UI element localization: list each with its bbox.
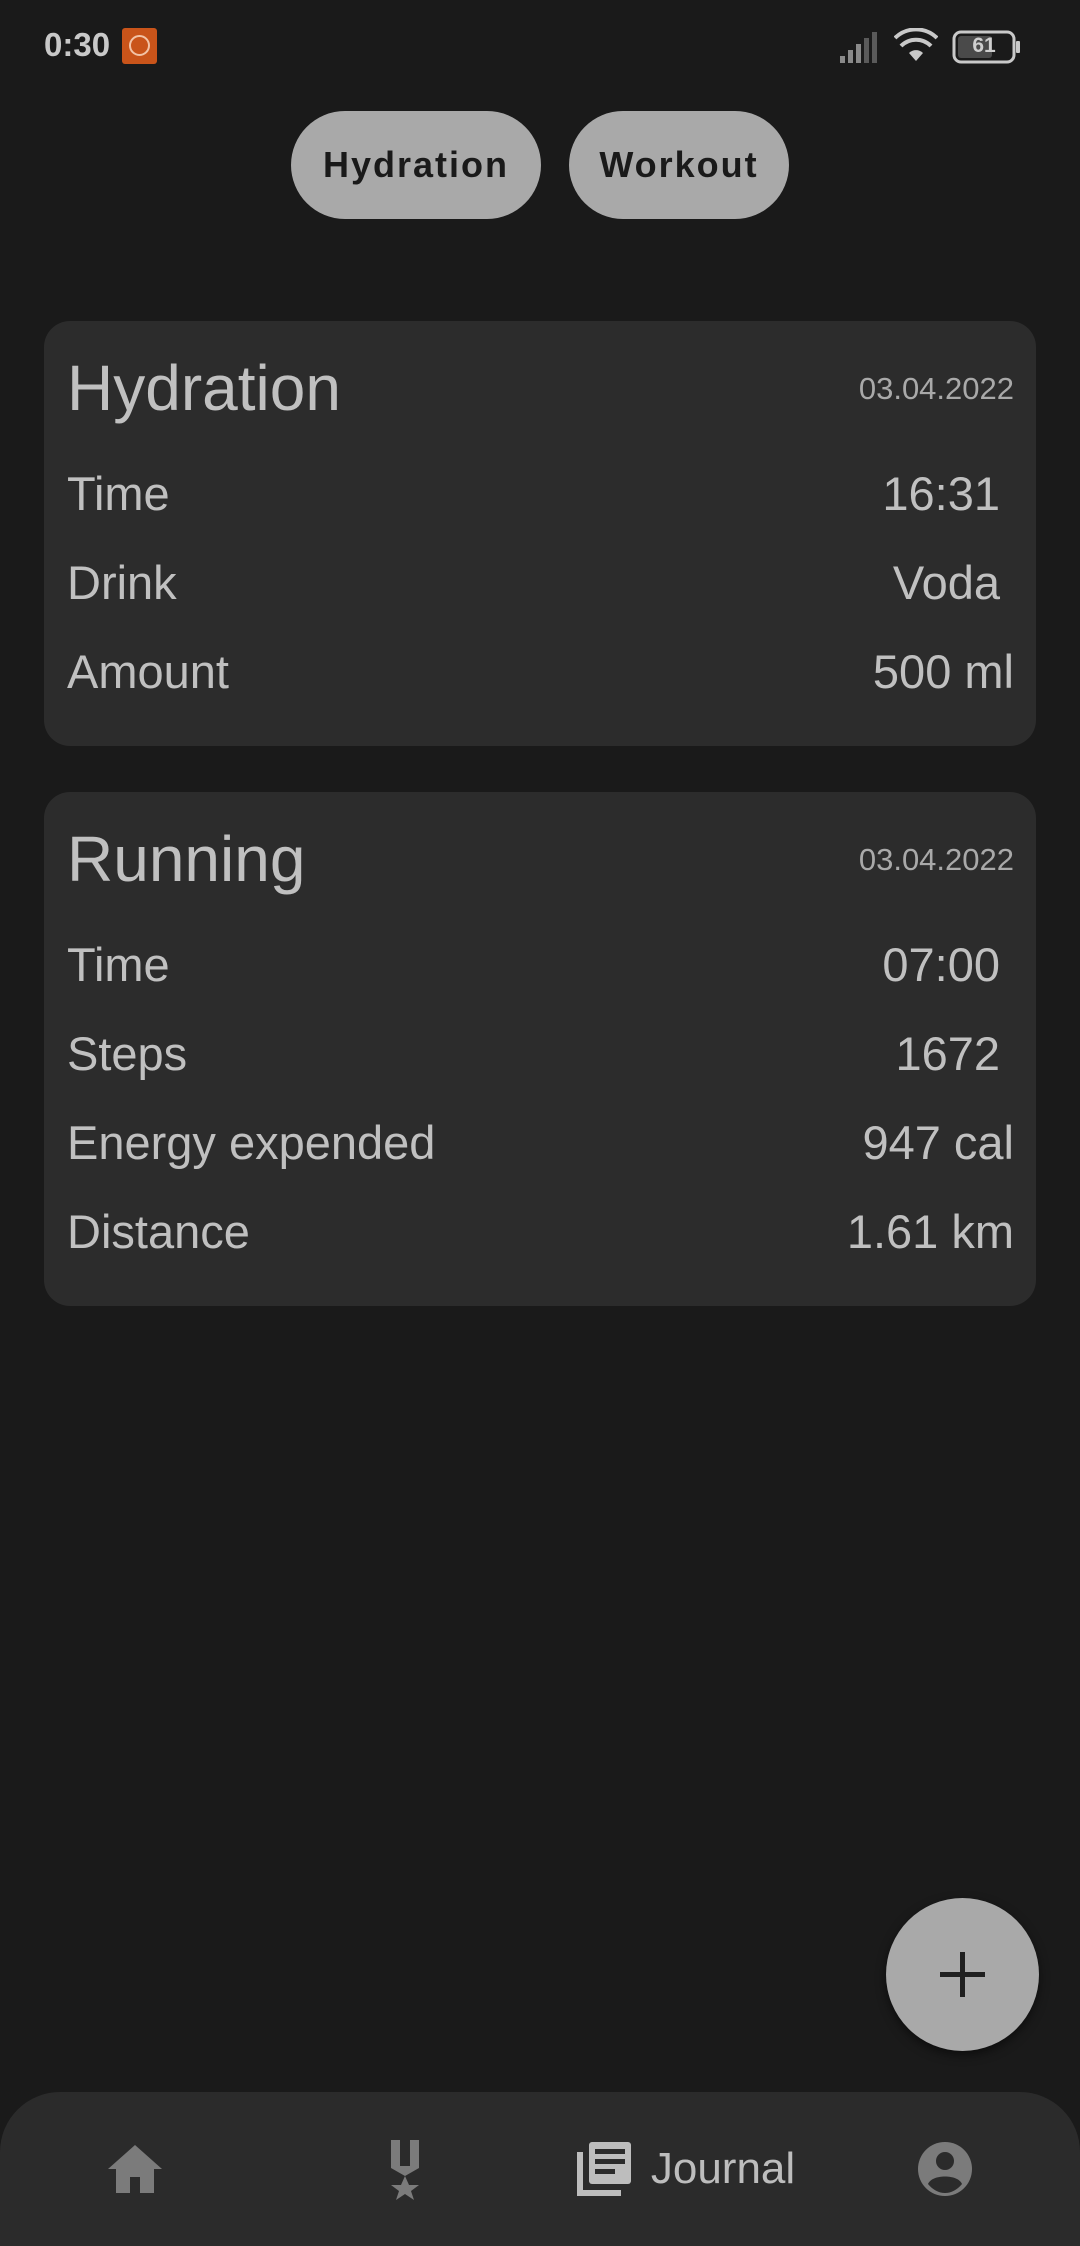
row-label: Energy expended bbox=[67, 1115, 436, 1169]
card-title: Running bbox=[67, 823, 306, 895]
filter-chip-hydration[interactable]: Hydration bbox=[291, 111, 541, 219]
row-value: Voda bbox=[892, 555, 1000, 609]
nav-item-home[interactable] bbox=[90, 2092, 180, 2246]
card-row-amount: Amount 500 ml bbox=[67, 641, 1014, 701]
card-row-steps: Steps 1672 bbox=[67, 1023, 1014, 1083]
bottom-navigation: Journal bbox=[0, 2092, 1080, 2246]
nav-item-profile[interactable] bbox=[900, 2092, 990, 2246]
row-label: Time bbox=[67, 937, 170, 991]
status-time: 0:30 bbox=[44, 26, 111, 63]
add-entry-button[interactable] bbox=[886, 1898, 1039, 2051]
home-icon bbox=[108, 2145, 162, 2193]
hydration-entry-card[interactable]: Hydration 03.04.2022 Time 16:31 Drink Vo… bbox=[44, 321, 1036, 746]
wifi-icon bbox=[894, 28, 938, 61]
row-label: Drink bbox=[67, 555, 177, 609]
card-row-distance: Distance 1.61 km bbox=[67, 1201, 1014, 1261]
row-label: Steps bbox=[67, 1026, 188, 1080]
nav-item-achievements[interactable] bbox=[360, 2092, 450, 2246]
battery-level: 61 bbox=[972, 34, 996, 57]
running-entry-card[interactable]: Running 03.04.2022 Time 07:00 Steps 1672… bbox=[44, 792, 1036, 1306]
card-row-drink: Drink Voda bbox=[67, 552, 1014, 612]
journal-screen: 0:30 61 Hydration Workout Hydration 03.0… bbox=[0, 0, 1080, 2246]
filter-chip-workout[interactable]: Workout bbox=[569, 111, 789, 219]
row-label: Time bbox=[67, 466, 170, 520]
status-bar: 0:30 61 bbox=[0, 0, 1080, 96]
medal-icon bbox=[391, 2140, 419, 2200]
plus-icon bbox=[940, 1952, 985, 1997]
mi-notification-icon bbox=[122, 28, 157, 64]
row-value: 1.61 km bbox=[846, 1204, 1014, 1258]
card-date: 03.04.2022 bbox=[858, 842, 1014, 877]
journal-icon bbox=[576, 2142, 631, 2196]
row-value: 1672 bbox=[895, 1026, 1000, 1080]
row-value: 07:00 bbox=[882, 937, 1000, 991]
row-label: Distance bbox=[67, 1204, 250, 1258]
nav-label-journal: Journal bbox=[650, 2144, 796, 2193]
account-circle-icon bbox=[918, 2142, 972, 2196]
card-row-time: Time 07:00 bbox=[67, 934, 1014, 994]
nav-item-journal[interactable]: Journal bbox=[565, 2092, 805, 2246]
row-label: Amount bbox=[67, 644, 229, 698]
row-value: 16:31 bbox=[882, 466, 1000, 520]
card-row-time: Time 16:31 bbox=[67, 463, 1014, 523]
card-date: 03.04.2022 bbox=[858, 371, 1014, 406]
row-value: 947 cal bbox=[862, 1115, 1014, 1169]
signal-icon bbox=[840, 32, 877, 63]
card-title: Hydration bbox=[67, 352, 341, 424]
row-value: 500 ml bbox=[872, 644, 1014, 698]
card-row-energy: Energy expended 947 cal bbox=[67, 1112, 1014, 1172]
